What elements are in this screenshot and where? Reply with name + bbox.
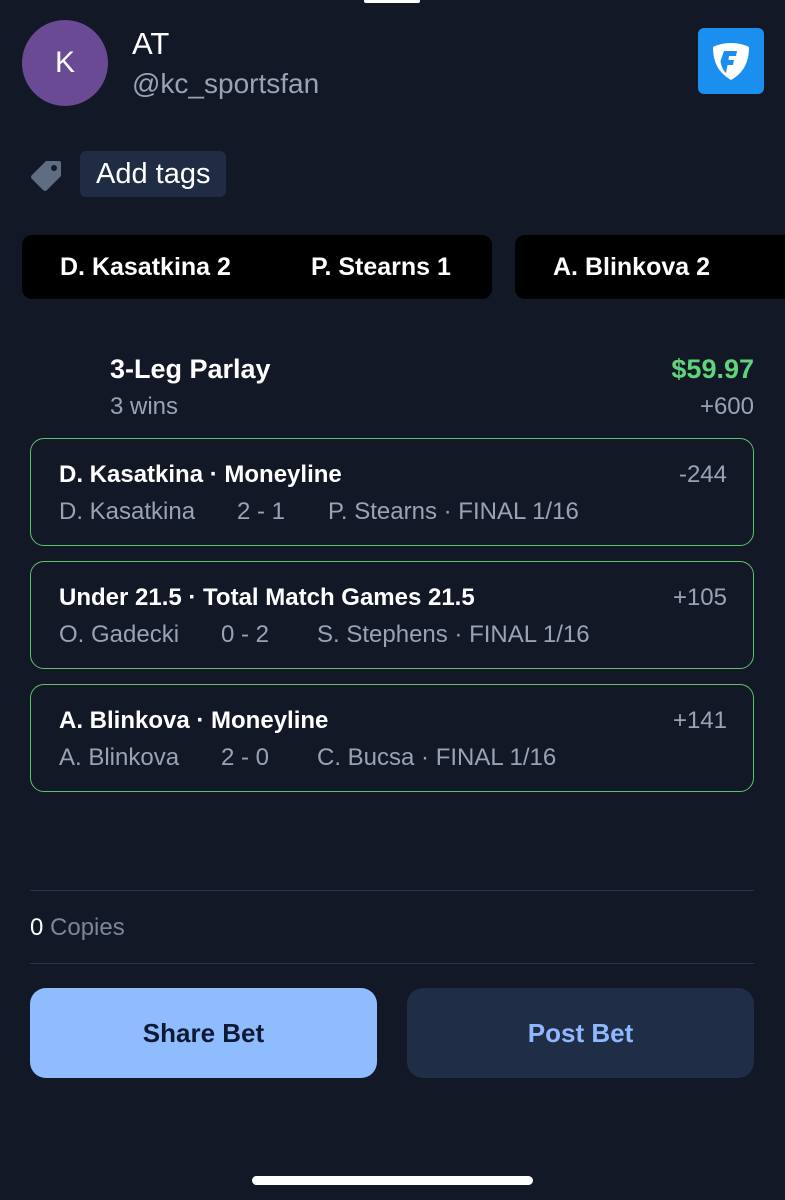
copies-count[interactable]: 0 Copies	[30, 914, 125, 942]
bet-leg[interactable]: A. Blinkova · Moneyline +141 A. Blinkova…	[30, 684, 754, 792]
profile-header: K AT @kc_sportsfan	[22, 20, 764, 106]
copies-label: Copies	[50, 914, 125, 941]
leg-score: 2 - 0	[221, 744, 270, 771]
parlay-odds: +600	[699, 393, 754, 420]
leg-player: A. Blinkova	[59, 744, 180, 771]
leg-score: 0 - 2	[221, 621, 270, 648]
divider	[30, 963, 754, 964]
leg-odds: +105	[672, 584, 727, 611]
scoreboard-card[interactable]: A. Blinkova 2	[515, 235, 785, 299]
add-tags-button[interactable]: Add tags	[80, 151, 227, 197]
parlay-result: 3 wins	[110, 393, 179, 420]
divider	[30, 890, 754, 891]
scoreboard-player: D. Kasatkina 2	[60, 253, 231, 281]
bet-leg[interactable]: Under 21.5 · Total Match Games 21.5 +105…	[30, 561, 754, 669]
leg-odds: -244	[678, 461, 727, 488]
copies-number: 0	[30, 914, 44, 941]
tags-row: Add tags	[28, 150, 227, 198]
leg-title: A. Blinkova · Moneyline	[59, 707, 329, 734]
top-notch-indicator	[364, 0, 420, 3]
scoreboard-row[interactable]: D. Kasatkina 2 P. Stearns 1 A. Blinkova …	[22, 235, 785, 299]
leg-player: D. Kasatkina	[59, 498, 196, 525]
leg-odds: +141	[672, 707, 727, 734]
scoreboard-card[interactable]: D. Kasatkina 2 P. Stearns 1	[22, 235, 492, 299]
leg-title: D. Kasatkina · Moneyline	[59, 461, 342, 488]
bet-leg[interactable]: D. Kasatkina · Moneyline -244 D. Kasatki…	[30, 438, 754, 546]
scoreboard-player: P. Stearns 1	[311, 253, 451, 281]
avatar[interactable]: K	[22, 20, 108, 106]
leg-title: Under 21.5 · Total Match Games 21.5	[59, 584, 475, 611]
leg-opponent: S. Stephens · FINAL 1/16	[317, 621, 590, 648]
parlay-title: 3-Leg Parlay	[110, 354, 271, 384]
share-bet-button[interactable]: Share Bet	[30, 988, 377, 1078]
leg-opponent: P. Stearns · FINAL 1/16	[328, 498, 579, 525]
fanduel-shield-icon[interactable]	[698, 28, 764, 94]
user-name: AT	[132, 26, 170, 61]
parlay-summary: 3-Leg Parlay 3 wins $59.97 +600	[110, 352, 754, 422]
post-bet-button[interactable]: Post Bet	[407, 988, 754, 1078]
tag-icon	[31, 161, 61, 191]
leg-opponent: C. Bucsa · FINAL 1/16	[317, 744, 557, 771]
avatar-initial: K	[54, 46, 75, 79]
home-indicator[interactable]	[252, 1176, 533, 1185]
leg-player: O. Gadecki	[59, 621, 180, 648]
leg-score: 2 - 1	[237, 498, 286, 525]
scoreboard-player: A. Blinkova 2	[553, 253, 710, 281]
user-handle: @kc_sportsfan	[132, 68, 320, 99]
parlay-payout: $59.97	[671, 354, 754, 384]
